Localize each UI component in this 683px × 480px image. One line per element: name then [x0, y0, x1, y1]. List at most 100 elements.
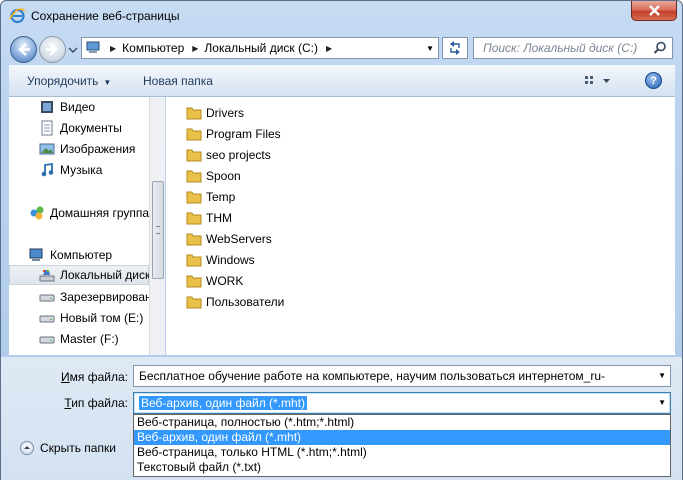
file-name: THM	[206, 210, 232, 225]
list-item[interactable]: Program Files	[186, 123, 281, 144]
back-button[interactable]	[10, 36, 37, 63]
navigation-scrollbar[interactable]	[149, 97, 165, 355]
hide-folders-button[interactable]: Скрыть папки	[20, 441, 116, 455]
grip-icon	[156, 226, 160, 234]
list-item[interactable]: THM	[186, 207, 232, 228]
sidebar-item-master-f[interactable]: Master (F:)	[39, 329, 119, 349]
window-title: Сохранение веб-страницы	[31, 9, 180, 23]
list-item[interactable]: WORK	[186, 270, 243, 291]
music-library-icon	[41, 162, 54, 177]
sidebar-item-video[interactable]: Видео	[39, 97, 95, 117]
forward-button[interactable]	[39, 36, 66, 63]
folder-icon	[186, 212, 202, 224]
local-disk-icon	[39, 270, 55, 282]
filetype-select[interactable]: Веб-архив, один файл (*.mht) ▼	[133, 392, 671, 414]
folder-icon	[186, 170, 202, 182]
filetype-value: Веб-архив, один файл (*.mht)	[139, 396, 308, 410]
organize-button[interactable]: Упорядочить ▼	[27, 74, 111, 88]
sidebar-item-volume-e[interactable]: Новый том (E:)	[39, 308, 143, 328]
hide-folders-label: Скрыть папки	[40, 441, 116, 455]
sidebar-item-local-disk-c[interactable]: Локальный диск (C:)	[9, 265, 149, 285]
list-item[interactable]: WebServers	[186, 228, 272, 249]
drive-icon	[39, 336, 55, 344]
arrow-right-icon	[46, 43, 58, 56]
chevron-up-icon	[20, 441, 34, 455]
internet-explorer-icon	[9, 8, 26, 24]
filetype-option[interactable]: Веб-страница, только HTML (*.htm;*.html)	[134, 445, 670, 460]
list-item[interactable]: Windows	[186, 249, 255, 270]
file-name: Пользователи	[206, 294, 285, 309]
sidebar-item-label: Документы	[60, 121, 122, 135]
sidebar-item-label: Домашняя группа	[50, 206, 149, 220]
sidebar-item-homegroup[interactable]: Домашняя группа	[29, 203, 149, 223]
search-icon[interactable]	[653, 41, 667, 55]
sidebar-item-label: Видео	[60, 100, 96, 114]
recent-pages-dropdown-icon[interactable]	[68, 45, 78, 55]
filetype-option[interactable]: Веб-страница, полностью (*.htm;*.html)	[134, 415, 670, 430]
help-button[interactable]: ?	[645, 72, 662, 89]
chevron-down-icon[interactable]: ▼	[658, 398, 666, 407]
filetype-label-text: ип файла:	[71, 396, 128, 410]
computer-icon	[29, 248, 43, 261]
save-webpage-dialog: Сохранение веб-страницы ▶ Компьютер ▶ Ло…	[0, 0, 683, 480]
chevron-right-icon[interactable]: ▶	[326, 44, 332, 53]
search-input[interactable]: Поиск: Локальный диск (C:)	[473, 37, 673, 59]
change-view-icon[interactable]	[583, 74, 611, 88]
filetype-option[interactable]: Текстовый файл (*.txt)	[134, 460, 670, 475]
file-name: Temp	[206, 189, 236, 204]
drive-icon	[39, 294, 55, 302]
list-item[interactable]: Drivers	[186, 102, 244, 123]
filename-label-accesskey: И	[61, 370, 70, 384]
file-name: Spoon	[206, 168, 241, 183]
chevron-right-icon: ▶	[192, 43, 199, 53]
filename-field[interactable]: Бесплатное обучение работе на компьютере…	[133, 365, 671, 387]
folder-icon	[186, 149, 202, 161]
chevron-down-icon[interactable]: ▼	[658, 371, 666, 380]
video-library-icon	[41, 101, 53, 113]
file-name: Drivers	[206, 105, 244, 120]
sidebar-item-label: Зарезервировано системой	[60, 290, 149, 304]
command-bar: Упорядочить ▼ Новая папка ?	[9, 65, 675, 97]
folder-icon	[186, 275, 202, 287]
file-list: Drivers Program Files seo projects Spoon…	[166, 97, 675, 355]
breadcrumb-item-local-disk[interactable]: Локальный диск (C:)	[204, 41, 318, 55]
sidebar-item-label: Компьютер	[50, 248, 113, 262]
breadcrumb: ▶ Компьютер	[110, 41, 184, 55]
organize-label: Упорядочить	[27, 74, 99, 88]
scrollbar-thumb[interactable]	[152, 181, 164, 279]
folder-icon	[186, 233, 202, 245]
list-item[interactable]: Temp	[186, 186, 235, 207]
list-item[interactable]: seo projects	[186, 144, 271, 165]
file-name: WebServers	[206, 231, 272, 246]
breadcrumb-item-computer[interactable]: Компьютер	[122, 41, 184, 55]
folder-icon	[186, 191, 202, 203]
sidebar-item-music[interactable]: Музыка	[39, 160, 102, 180]
pictures-library-icon	[39, 143, 55, 155]
navigation-pane: Видео Документы Изображения Музыка Домаш…	[9, 97, 149, 355]
filetype-option-selected[interactable]: Веб-архив, один файл (*.mht)	[134, 430, 670, 445]
drive-icon	[39, 315, 55, 323]
filetype-label: Тип файла:	[58, 396, 128, 410]
search-placeholder: Поиск: Локальный диск (C:)	[483, 41, 638, 55]
sidebar-item-label: Музыка	[60, 163, 103, 177]
folder-icon	[186, 128, 202, 140]
title-bar[interactable]: Сохранение веб-страницы	[1, 1, 682, 31]
sidebar-item-label: Локальный диск (C:)	[60, 268, 149, 282]
arrow-left-icon	[18, 43, 30, 56]
documents-library-icon	[41, 120, 53, 136]
sidebar-item-pictures[interactable]: Изображения	[39, 139, 135, 159]
list-item[interactable]: Spoon	[186, 165, 241, 186]
breadcrumb: ▶	[326, 44, 338, 53]
refresh-button[interactable]	[442, 37, 468, 59]
sidebar-item-label: Изображения	[60, 142, 136, 156]
sidebar-item-computer[interactable]: Компьютер	[29, 245, 112, 265]
breadcrumb: ▶ Локальный диск (C:)	[192, 41, 318, 55]
filetype-dropdown-list: Веб-страница, полностью (*.htm;*.html) В…	[133, 414, 671, 477]
close-button[interactable]	[631, 1, 677, 21]
sidebar-item-documents[interactable]: Документы	[39, 118, 122, 138]
sidebar-item-reserved[interactable]: Зарезервировано системой	[39, 287, 149, 307]
address-bar[interactable]: ▶ Компьютер ▶ Локальный диск (C:) ▶ ▼	[81, 37, 439, 59]
address-dropdown-icon[interactable]: ▼	[426, 44, 434, 53]
new-folder-button[interactable]: Новая папка	[143, 74, 213, 88]
list-item[interactable]: Пользователи	[186, 291, 284, 312]
